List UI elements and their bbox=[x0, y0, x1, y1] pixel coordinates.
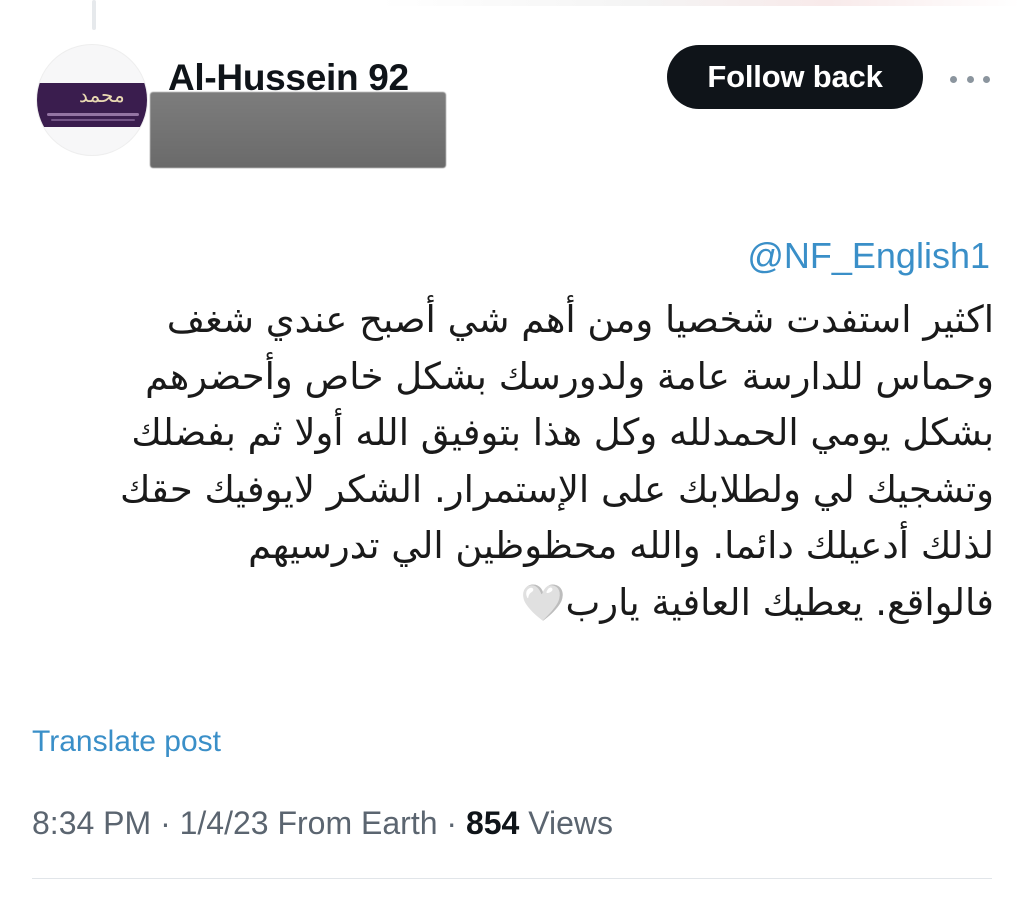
meta-separator: · bbox=[446, 805, 458, 841]
tweet-line: بشكل يومي الحمدلله وكل هذا بتوفيق الله أ… bbox=[131, 411, 994, 454]
avatar-calligraphy: محمد bbox=[79, 83, 125, 107]
tweet-line-text: فالواقع. يعطيك العافية يارب bbox=[565, 580, 994, 624]
translate-post-link[interactable]: Translate post bbox=[32, 724, 221, 760]
tweet-line: اكثير استفدت شخصيا ومن أهم شي أصبح عندي … bbox=[166, 298, 994, 341]
tweet-line: فالواقع. يعطيك العافية يارب🤍 bbox=[28, 575, 994, 633]
post-time[interactable]: 8:34 PM bbox=[32, 805, 151, 841]
meta-separator: · bbox=[160, 805, 171, 841]
tweet-body: اكثير استفدت شخصيا ومن أهم شي أصبح عندي … bbox=[28, 292, 994, 632]
divider bbox=[32, 878, 992, 879]
tweet-line: وتشجيك لي ولطلابك على الإستمرار. الشكر ل… bbox=[119, 467, 994, 511]
avatar[interactable]: محمد bbox=[36, 44, 148, 156]
post-date[interactable]: 1/4/23 bbox=[180, 805, 269, 841]
ellipsis-icon[interactable] bbox=[950, 72, 990, 86]
dot bbox=[983, 75, 990, 83]
post-source: From Earth bbox=[277, 805, 438, 841]
views-label: Views bbox=[528, 805, 613, 841]
dot bbox=[966, 75, 974, 83]
mention-link[interactable]: @NF_English1 bbox=[747, 236, 990, 276]
tweet-line: لذلك أدعيلك دائما. والله محظوظين الي تدر… bbox=[248, 524, 994, 567]
white-heart-icon: 🤍 bbox=[520, 582, 566, 624]
tweet-detail: محمد Al-Hussein 92 Follow back @NF_Engli… bbox=[0, 0, 1024, 902]
thread-line bbox=[92, 0, 96, 30]
redacted-handle bbox=[150, 92, 446, 168]
follow-back-button[interactable]: Follow back bbox=[667, 45, 923, 109]
views-count[interactable]: 854 bbox=[466, 805, 519, 841]
tweet-meta: 8:34 PM · 1/4/23 From Earth · 854 Views bbox=[32, 804, 613, 842]
tweet-line: وحماس للدارسة عامة ولدورسك بشكل خاص وأحض… bbox=[145, 354, 994, 398]
top-edge-fade bbox=[380, 0, 1020, 6]
avatar-caption-line bbox=[47, 113, 139, 116]
avatar-caption-line bbox=[51, 119, 135, 121]
dot bbox=[950, 75, 957, 83]
